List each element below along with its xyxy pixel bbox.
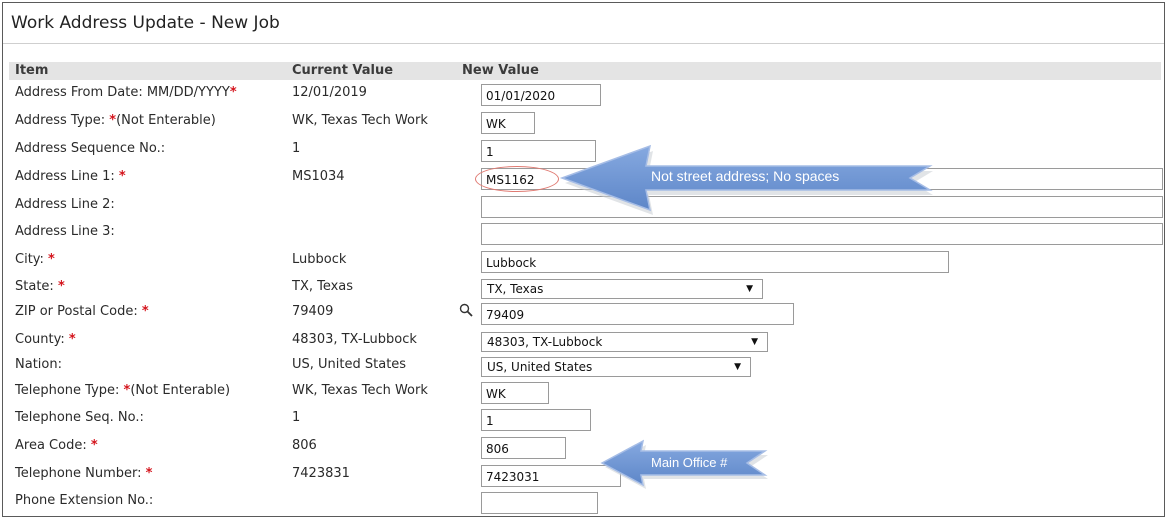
address-from-date-input[interactable]: 01/01/2020 [481,84,601,106]
label-text: Address Sequence No.: [15,141,166,156]
row-state: State: * TX, Texas TX, Texas ▼ [3,278,1164,300]
current-value: Lubbock [292,252,347,267]
row-label: State: * [15,278,65,296]
label-text: County: [15,332,69,347]
row-label: Address From Date: MM/DD/YYYY* [15,84,237,102]
row-city: City: * Lubbock Lubbock [3,251,1164,273]
required-marker: * [68,332,76,347]
telephone-seq-input[interactable]: 1 [481,409,591,431]
label-text: Address From Date: MM/DD/YYYY [15,85,230,100]
required-marker: * [57,279,65,294]
current-value: 7423831 [292,466,350,481]
nation-select-value: US, United States [487,360,593,374]
label-text: Telephone Seq. No.: [15,410,144,425]
row-label: County: * [15,331,76,349]
row-telephone-number: Telephone Number: * 7423831 7423031 [3,465,1164,487]
label-text: Phone Extension No.: [15,493,154,508]
label-text: ZIP or Postal Code: [15,304,142,319]
current-value: WK, Texas Tech Work [292,113,428,128]
row-label: Address Type: *(Not Enterable) [15,112,216,130]
required-marker: * [145,466,153,481]
row-address-from-date: Address From Date: MM/DD/YYYY* 12/01/201… [3,84,1164,106]
magnifier-icon[interactable] [459,303,473,317]
current-value: 1 [292,141,301,156]
row-address-line-3: Address Line 3: [3,223,1164,245]
city-input[interactable]: Lubbock [481,251,949,273]
row-telephone-type: Telephone Type: *(Not Enterable) WK, Tex… [3,382,1164,404]
row-label: Address Line 1: * [15,168,126,186]
current-value: 79409 [292,304,334,319]
nation-select[interactable]: US, United States ▼ [481,357,751,377]
column-header-current-value: Current Value [292,63,394,78]
county-select[interactable]: 48303, TX-Lubbock ▼ [481,332,768,352]
current-value: 1 [292,410,301,425]
current-value: 48303, TX-Lubbock [292,332,417,347]
address-callout-text: Not street address; No spaces [651,168,840,184]
row-phone-extension: Phone Extension No.: [3,492,1164,514]
county-select-value: 48303, TX-Lubbock [487,335,603,349]
label-text: Address Line 2: [15,197,115,212]
label-text: Nation: [15,357,62,372]
caret-down-icon: ▼ [746,284,753,294]
label-text: Address Line 1: [15,169,119,184]
current-value: 806 [292,438,317,453]
required-marker: * [90,438,98,453]
row-county: County: * 48303, TX-Lubbock 48303, TX-Lu… [3,331,1164,353]
row-label: Telephone Number: * [15,465,152,483]
address-line-3-input[interactable] [481,223,1163,245]
required-marker: * [48,252,55,267]
phone-extension-input[interactable] [481,492,598,514]
row-label: Telephone Type: *(Not Enterable) [15,382,230,400]
row-telephone-seq: Telephone Seq. No.: 1 1 [3,409,1164,431]
caret-down-icon: ▼ [751,337,758,347]
current-value: 12/01/2019 [292,85,367,100]
current-value: WK, Texas Tech Work [292,383,428,398]
work-address-panel: Work Address Update - New Job Item Curre… [2,2,1165,517]
row-label: ZIP or Postal Code: * [15,303,149,321]
row-label: Address Line 3: [15,223,115,241]
column-header-band [9,62,1161,80]
current-value: US, United States [292,357,407,372]
label-suffix: (Not Enterable) [116,113,216,128]
required-marker: * [118,169,126,184]
row-area-code: Area Code: * 806 806 [3,437,1164,459]
row-address-type: Address Type: *(Not Enterable) WK, Texas… [3,112,1164,134]
label-suffix: (Not Enterable) [130,383,231,398]
row-label: Address Line 2: [15,196,115,214]
column-header-item: Item [15,63,49,78]
label-text: State: [15,279,58,294]
state-select[interactable]: TX, Texas ▼ [481,279,763,299]
required-marker: * [229,85,237,100]
label-text: Address Type: [15,113,110,128]
page-title: Work Address Update - New Job [3,3,1164,44]
highlight-circle [475,166,559,192]
row-zip: ZIP or Postal Code: * 79409 79409 [3,303,1164,325]
row-label: Address Sequence No.: [15,140,165,158]
current-value: MS1034 [292,169,345,184]
row-label: Phone Extension No.: [15,492,153,510]
label-text: Area Code: [15,438,91,453]
telephone-type-input[interactable]: WK [481,382,549,404]
area-code-input[interactable]: 806 [481,437,566,459]
state-select-value: TX, Texas [487,282,544,296]
caret-down-icon: ▼ [734,362,741,372]
row-label: City: * [15,251,55,269]
address-type-input[interactable]: WK [481,112,535,134]
row-label: Area Code: * [15,437,98,455]
column-header-new-value: New Value [462,63,539,78]
row-label: Telephone Seq. No.: [15,409,144,427]
label-text: Address Line 3: [15,224,115,239]
current-value: TX, Texas [292,279,354,294]
row-nation: Nation: US, United States US, United Sta… [3,356,1164,378]
label-text: City: [15,252,49,267]
required-marker: * [141,304,149,319]
row-label: Nation: [15,356,62,374]
label-text: Telephone Number: [15,466,146,481]
phone-callout-text: Main Office # [651,455,728,470]
zip-input[interactable]: 79409 [481,303,794,325]
label-text: Telephone Type: [15,383,124,398]
